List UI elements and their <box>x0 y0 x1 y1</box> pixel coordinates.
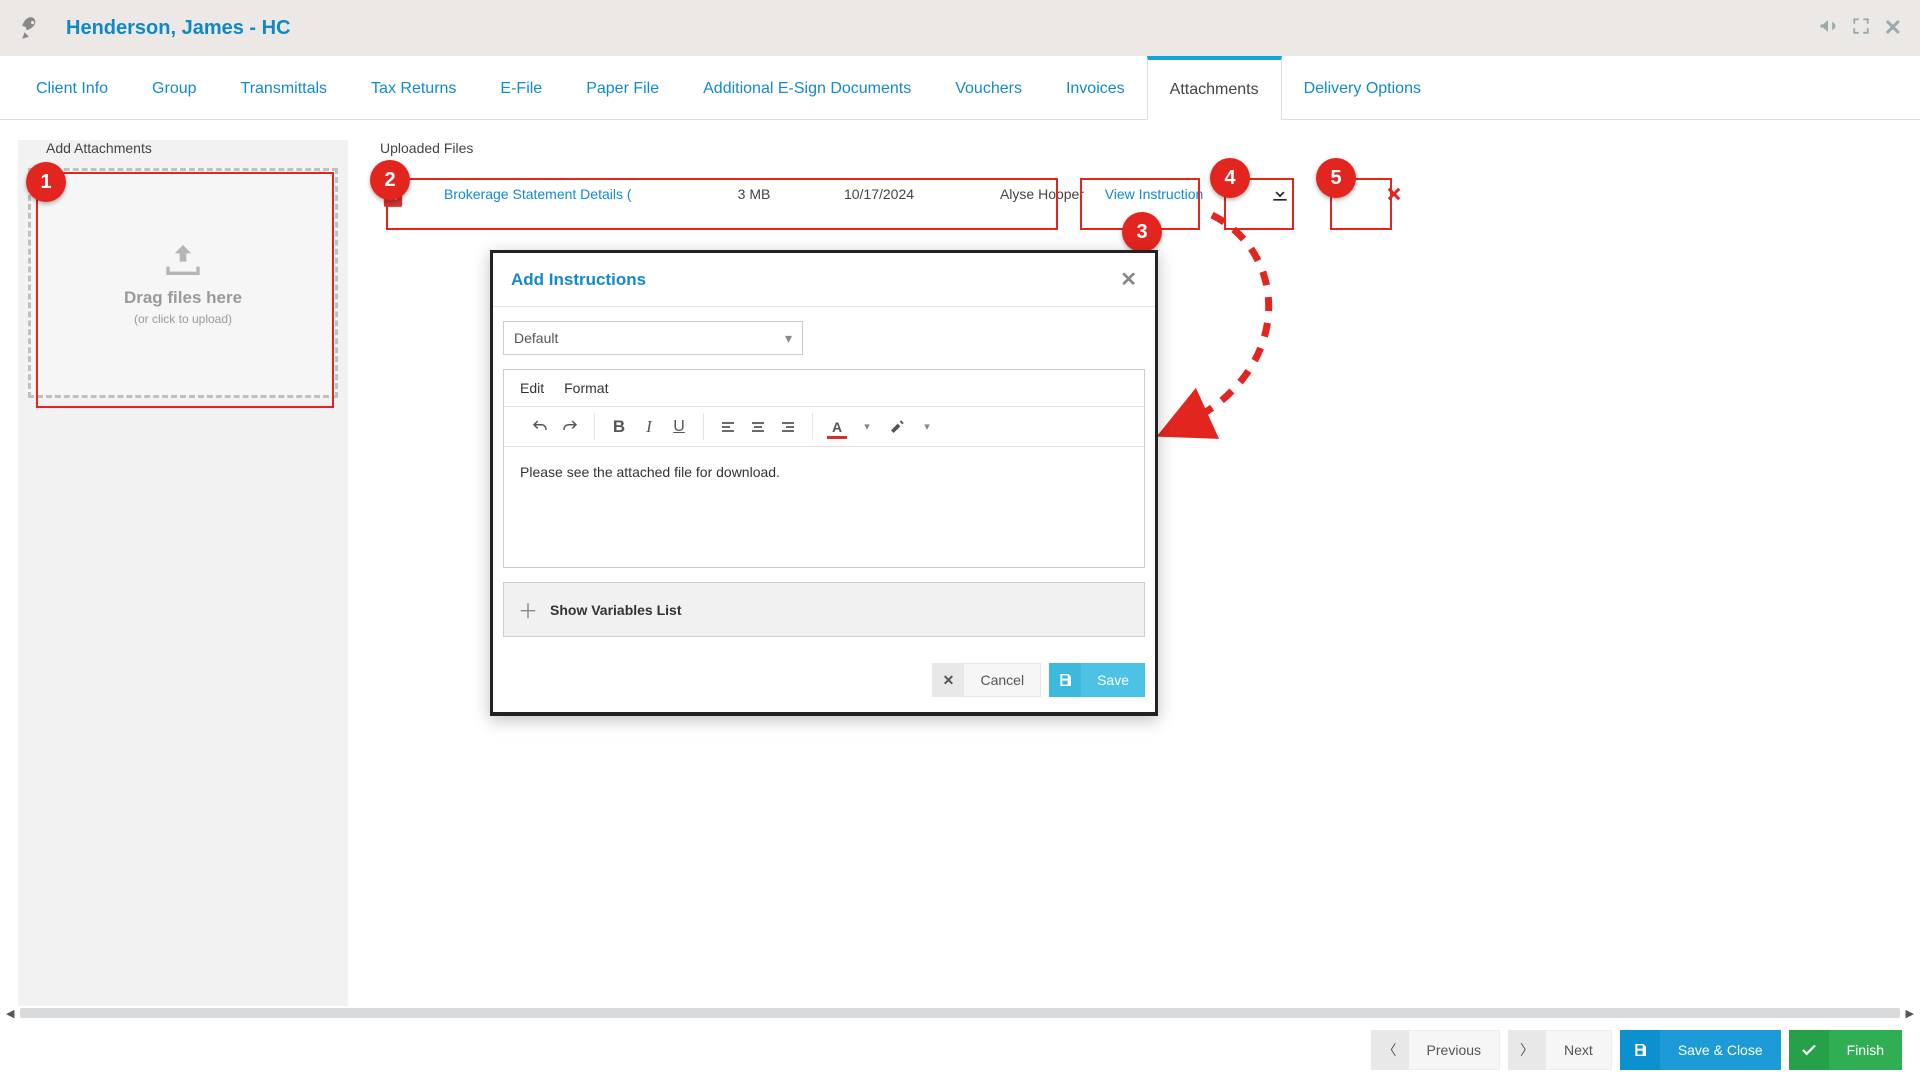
file-dropzone[interactable]: Drag files here (or click to upload) <box>28 168 338 398</box>
horizontal-scrollbar[interactable]: ◀ ▶ <box>0 1006 1920 1020</box>
rte-menu-format[interactable]: Format <box>564 380 608 396</box>
rte-toolbar: B I U A ▾ ▾ <box>504 407 1144 447</box>
rte-menu-edit[interactable]: Edit <box>520 380 544 396</box>
previous-button[interactable]: 〈 Previous <box>1371 1030 1500 1070</box>
cancel-button[interactable]: ✕ Cancel <box>932 663 1049 697</box>
tab-transmittals[interactable]: Transmittals <box>219 56 350 119</box>
italic-button[interactable]: I <box>639 417 659 437</box>
underline-button[interactable]: U <box>669 417 689 437</box>
rich-text-editor: Edit Format B I U A <box>503 369 1145 568</box>
tab-invoices[interactable]: Invoices <box>1044 56 1147 119</box>
add-instructions-modal: Add Instructions ✕ Default ▾ Edit Format… <box>490 250 1158 716</box>
save-icon <box>1632 1042 1648 1058</box>
file-user: Alyse Hooper <box>954 186 1084 202</box>
tab-attachments[interactable]: Attachments <box>1147 56 1282 120</box>
callout-4: 4 <box>1210 158 1250 198</box>
bold-button[interactable]: B <box>609 417 629 437</box>
announce-icon[interactable] <box>1818 16 1838 41</box>
add-attachments-panel: Add Attachments Drag files here (or clic… <box>18 140 348 1020</box>
text-color-button[interactable]: A <box>827 417 847 437</box>
tab-vouchers[interactable]: Vouchers <box>933 56 1044 119</box>
callout-1: 1 <box>26 162 66 202</box>
file-date: 10/17/2024 <box>814 186 944 202</box>
dropzone-text: Drag files here <box>124 288 242 308</box>
dropdown-value: Default <box>514 330 558 346</box>
tab-strip: Client Info Group Transmittals Tax Retur… <box>0 56 1920 120</box>
undo-button[interactable] <box>530 417 550 437</box>
chevron-down-icon[interactable]: ▾ <box>857 417 877 437</box>
rocket-icon <box>18 15 44 41</box>
show-variables-label: Show Variables List <box>550 602 682 618</box>
editor-body[interactable]: Please see the attached file for downloa… <box>504 447 1144 567</box>
fullscreen-icon[interactable] <box>1852 17 1870 40</box>
footer-bar: 〈 Previous 〉 Next Save & Close Finish <box>0 1020 1920 1080</box>
chevron-left-icon: 〈 <box>1383 1040 1397 1060</box>
tab-paper-file[interactable]: Paper File <box>564 56 681 119</box>
show-variables-button[interactable]: ＋ Show Variables List <box>503 582 1145 637</box>
tab-client-info[interactable]: Client Info <box>14 56 130 119</box>
tab-delivery-options[interactable]: Delivery Options <box>1282 56 1443 119</box>
dropzone-subtext: (or click to upload) <box>134 312 232 326</box>
save-close-label: Save & Close <box>1660 1030 1781 1070</box>
add-attachments-label: Add Attachments <box>18 140 348 156</box>
next-label: Next <box>1546 1030 1612 1070</box>
download-icon <box>1270 184 1290 204</box>
callout-2: 2 <box>370 160 410 200</box>
scroll-track[interactable] <box>20 1008 1899 1018</box>
file-size: 3 MB <box>704 186 804 202</box>
template-dropdown[interactable]: Default ▾ <box>503 321 803 355</box>
delete-button[interactable] <box>1372 174 1416 214</box>
close-icon: ✕ <box>943 672 955 689</box>
tab-additional-esign[interactable]: Additional E-Sign Documents <box>681 56 933 119</box>
chevron-down-icon[interactable]: ▾ <box>917 417 937 437</box>
redo-button[interactable] <box>560 417 580 437</box>
view-instruction-link[interactable]: View Instruction <box>1099 186 1209 202</box>
title-bar: Henderson, James - HC ✕ <box>0 0 1920 56</box>
scroll-right-icon[interactable]: ▶ <box>1906 1007 1914 1020</box>
modal-title: Add Instructions <box>511 270 646 290</box>
chevron-right-icon: 〉 <box>1520 1040 1534 1060</box>
upload-icon <box>158 240 208 280</box>
highlight-button[interactable] <box>887 417 907 437</box>
save-close-button[interactable]: Save & Close <box>1620 1030 1781 1070</box>
download-button[interactable] <box>1258 174 1302 214</box>
page-title: Henderson, James - HC <box>66 17 291 40</box>
save-label: Save <box>1081 663 1145 697</box>
tab-e-file[interactable]: E-File <box>478 56 564 119</box>
align-left-button[interactable] <box>718 417 738 437</box>
delete-icon <box>1385 185 1403 203</box>
tab-tax-returns[interactable]: Tax Returns <box>349 56 478 119</box>
align-center-button[interactable] <box>748 417 768 437</box>
next-button[interactable]: 〉 Next <box>1508 1030 1612 1070</box>
scroll-left-icon[interactable]: ◀ <box>6 1007 14 1020</box>
callout-3: 3 <box>1122 212 1162 252</box>
check-icon <box>1800 1041 1818 1059</box>
chevron-down-icon: ▾ <box>785 330 792 347</box>
close-icon[interactable]: ✕ <box>1884 15 1902 41</box>
modal-close-button[interactable]: ✕ <box>1120 267 1137 292</box>
finish-button[interactable]: Finish <box>1789 1030 1902 1070</box>
save-button[interactable]: Save <box>1049 663 1145 697</box>
cancel-label: Cancel <box>964 663 1041 697</box>
file-name-link[interactable]: Brokerage Statement Details ( <box>414 186 694 202</box>
save-icon <box>1057 672 1073 688</box>
align-right-button[interactable] <box>778 417 798 437</box>
previous-label: Previous <box>1409 1030 1500 1070</box>
finish-label: Finish <box>1829 1030 1902 1070</box>
uploaded-files-label: Uploaded Files <box>372 140 1902 156</box>
plus-icon: ＋ <box>518 595 538 624</box>
tab-group[interactable]: Group <box>130 56 218 119</box>
callout-5: 5 <box>1316 158 1356 198</box>
